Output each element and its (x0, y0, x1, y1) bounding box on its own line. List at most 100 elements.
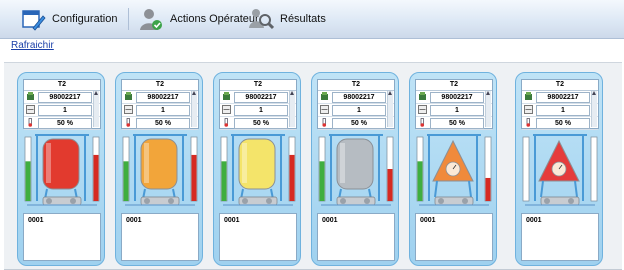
tank-highlight (46, 143, 51, 183)
counter-icon (124, 105, 133, 114)
tank-info-row: 1 (220, 104, 296, 117)
tank-illustration (416, 134, 492, 206)
toolbar-divider (128, 8, 129, 30)
lot-icon (321, 92, 328, 100)
tank-illustration (220, 134, 296, 206)
right-level-fill (191, 154, 197, 201)
tab-configuration[interactable]: Configuration (20, 6, 117, 32)
tank-card[interactable]: T2 98002217 1 50 % 0001 (409, 72, 497, 266)
tank-card[interactable]: T2 98002217 1 50 % 0001 (213, 72, 301, 266)
tank-info-panel: T2 98002217 1 50 % (219, 79, 297, 130)
tank-lot-field: 98002217 (234, 92, 288, 103)
info-scrollbar[interactable] (591, 91, 597, 127)
tank-percent-field: 50 % (38, 118, 92, 129)
info-scrollbar[interactable] (191, 91, 197, 127)
tab-resultats[interactable]: Résultats (248, 6, 326, 32)
tank-info-row: 50 % (416, 117, 492, 130)
tank-code-box[interactable]: 0001 (219, 213, 297, 261)
search-results-icon (249, 9, 274, 30)
tab-actions-operateur[interactable]: Actions Opérateur (138, 6, 259, 32)
operator-icon (140, 9, 162, 30)
configuration-icon (22, 10, 46, 31)
counter-icon (320, 105, 329, 114)
tank-info-row: 98002217 (220, 91, 296, 104)
tank-info-row: 50 % (220, 117, 296, 130)
info-scrollbar[interactable] (289, 91, 295, 127)
info-scrollbar[interactable] (387, 91, 393, 127)
tank-title: T2 (522, 80, 598, 91)
valve-icon (70, 198, 76, 204)
right-level-fill (485, 177, 491, 201)
valve-icon (266, 198, 272, 204)
tank-percent-field: 50 % (234, 118, 288, 129)
tank-info-row: 1 (416, 104, 492, 117)
tank-lot-field: 98002217 (536, 92, 590, 103)
tank-code-box[interactable]: 0001 (23, 213, 101, 261)
tank-count-field: 1 (536, 105, 590, 116)
tank-count-field: 1 (38, 105, 92, 116)
left-level-fill (417, 161, 423, 201)
tank-illustration (24, 134, 100, 206)
tank-illustration (122, 134, 198, 206)
valve-icon (568, 198, 574, 204)
lot-icon (223, 92, 230, 100)
tank-title: T2 (416, 80, 492, 91)
counter-icon (222, 105, 231, 114)
tank-legs (540, 180, 578, 198)
tank-info-row: 98002217 (522, 91, 598, 104)
tank-info-row: 50 % (318, 117, 394, 130)
valve-icon (340, 198, 346, 204)
counter-icon (26, 105, 35, 114)
tank-card[interactable]: T2 98002217 1 50 % 0001 (17, 72, 105, 266)
tank-card[interactable]: T2 98002217 1 50 % 0001 (515, 72, 603, 266)
tank-info-row: 50 % (24, 117, 100, 130)
tank-card[interactable]: T2 98002217 1 50 % 0001 (115, 72, 203, 266)
tank-info-row: 98002217 (318, 91, 394, 104)
left-level-fill (319, 161, 325, 201)
valve-icon (462, 198, 468, 204)
tank-highlight (144, 143, 149, 183)
tank-percent-field: 50 % (536, 118, 590, 129)
tab-configuration-label: Configuration (52, 13, 118, 25)
tank-lot-field: 98002217 (430, 92, 484, 103)
valve-icon (544, 198, 550, 204)
tank-card[interactable]: T2 98002217 1 50 % 0001 (311, 72, 399, 266)
tank-code-box[interactable]: 0001 (415, 213, 493, 261)
tank-legs (434, 180, 472, 198)
valve-icon (168, 198, 174, 204)
right-level-fill (387, 169, 393, 201)
tank-count-field: 1 (430, 105, 484, 116)
right-level-gauge (590, 136, 598, 202)
tank-lot-field: 98002217 (38, 92, 92, 103)
tank-count-field: 1 (136, 105, 190, 116)
thermometer-icon (224, 118, 229, 127)
tank-info-row: 1 (318, 104, 394, 117)
info-scrollbar[interactable] (485, 91, 491, 127)
tank-info-panel: T2 98002217 1 50 % (23, 79, 101, 130)
info-scrollbar[interactable] (93, 91, 99, 127)
toolbar: Configuration Actions Opérateur Résultat… (0, 0, 624, 39)
tank-highlight (242, 143, 247, 183)
tank-info-panel: T2 98002217 1 50 % (121, 79, 199, 130)
valve-icon (144, 198, 150, 204)
tank-code-box[interactable]: 0001 (121, 213, 199, 261)
tank-code-box[interactable]: 0001 (521, 213, 599, 261)
counter-icon (524, 105, 533, 114)
tank-info-row: 1 (122, 104, 198, 117)
lot-icon (125, 92, 132, 100)
tank-info-row: 98002217 (122, 91, 198, 104)
tank-highlight (340, 143, 345, 183)
tank-info-row: 50 % (522, 117, 598, 130)
tank-info-row: 98002217 (24, 91, 100, 104)
tank-count-field: 1 (332, 105, 386, 116)
tank-code-box[interactable]: 0001 (317, 213, 395, 261)
tank-title: T2 (122, 80, 198, 91)
tank-info-panel: T2 98002217 1 50 % (415, 79, 493, 130)
right-level-fill (289, 154, 295, 201)
valve-icon (242, 198, 248, 204)
tank-count-field: 1 (234, 105, 288, 116)
refresh-link[interactable]: Rafraichir (11, 40, 54, 51)
tank-lot-field: 98002217 (136, 92, 190, 103)
left-level-fill (25, 161, 31, 201)
tank-percent-field: 50 % (430, 118, 484, 129)
